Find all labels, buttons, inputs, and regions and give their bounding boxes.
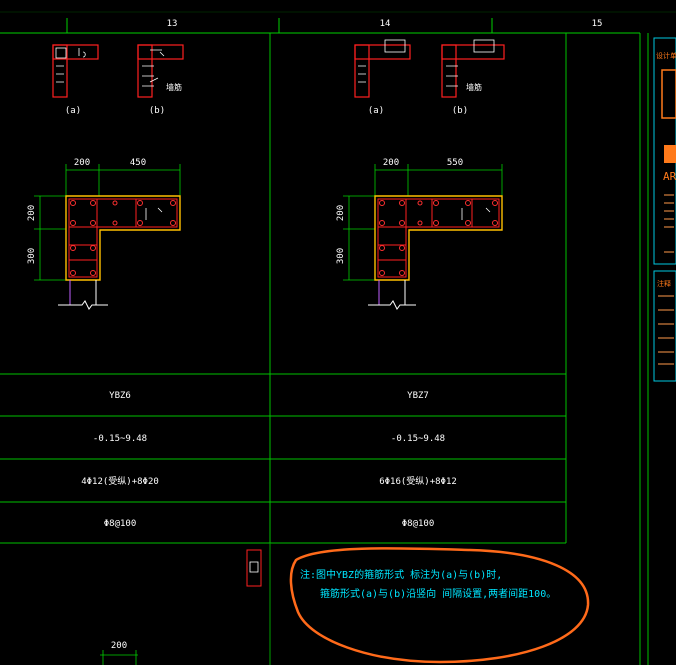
hand-drawn-annotation-ellipse (289, 547, 590, 664)
left-dim-top-2: 450 (130, 158, 146, 168)
right-dim-left-1: 200 (336, 205, 346, 221)
axis-label-13: 13 (167, 19, 178, 29)
right-sketch-b-label: (b) (452, 106, 468, 116)
right-dim-top-2: 550 (447, 158, 463, 168)
left-sketch-a-label: (a) (65, 106, 81, 116)
schedule-table-cells: YBZ6 YBZ7 -0.15~9.48 -0.15~9.48 4Φ12(受纵)… (81, 391, 457, 529)
left-stirrup-sketch-a (52, 44, 99, 98)
cad-drawing-canvas[interactable]: 13 14 15 (a) 墙筋 (b) 200 450 200 300 (a) … (0, 0, 676, 665)
left-column-section (58, 195, 181, 310)
bottom-dim-label: 200 (111, 641, 127, 651)
right-dim-left-2: 300 (336, 248, 346, 264)
table-cell-rebar-left: 4Φ12(受纵)+8Φ20 (81, 475, 159, 487)
left-sketch-b-label: (b) (149, 106, 165, 116)
title-block-logo: AR (663, 170, 676, 183)
sheet-border (639, 33, 649, 665)
right-dimension-lines (343, 164, 503, 281)
left-dim-left-1: 200 (27, 205, 37, 221)
bottom-dimension (100, 650, 138, 665)
table-cell-stirrup-left: Φ8@100 (104, 519, 137, 529)
note-line-1: 注:图中YBZ的箍筋形式 标注为(a)与(b)时, (300, 568, 502, 581)
axis-ruler: 13 14 15 (0, 11, 676, 34)
right-dim-top-1: 200 (383, 158, 399, 168)
table-cell-stirrup-right: Φ8@100 (402, 519, 435, 529)
left-dimension-lines (34, 164, 181, 281)
left-sketch-b-note: 墙筋 (166, 82, 182, 92)
title-block: 设计单位 AR 注释 (653, 37, 676, 382)
table-cell-elevation-left: -0.15~9.48 (93, 434, 147, 444)
right-sketch-a-label: (a) (368, 106, 384, 116)
small-column-mark (246, 549, 262, 587)
table-cell-name-left: YBZ6 (109, 391, 131, 401)
table-cell-elevation-right: -0.15~9.48 (391, 434, 445, 444)
table-cell-name-right: YBZ7 (407, 391, 429, 401)
title-block-header: 设计单位 (656, 51, 676, 60)
axis-label-15: 15 (592, 19, 603, 29)
left-dim-left-2: 300 (27, 248, 37, 264)
title-block-notes-header: 注释 (657, 279, 671, 288)
table-cell-rebar-right: 6Φ16(受纵)+8Φ12 (379, 475, 457, 487)
right-column-section (368, 195, 503, 310)
axis-label-14: 14 (380, 19, 391, 29)
note-line-2: 箍筋形式(a)与(b)沿竖向 间隔设置,两者间距100。 (320, 587, 556, 600)
right-sketch-b-note: 墙筋 (466, 82, 482, 92)
right-stirrup-sketch-a (354, 39, 411, 98)
left-dim-top-1: 200 (74, 158, 90, 168)
